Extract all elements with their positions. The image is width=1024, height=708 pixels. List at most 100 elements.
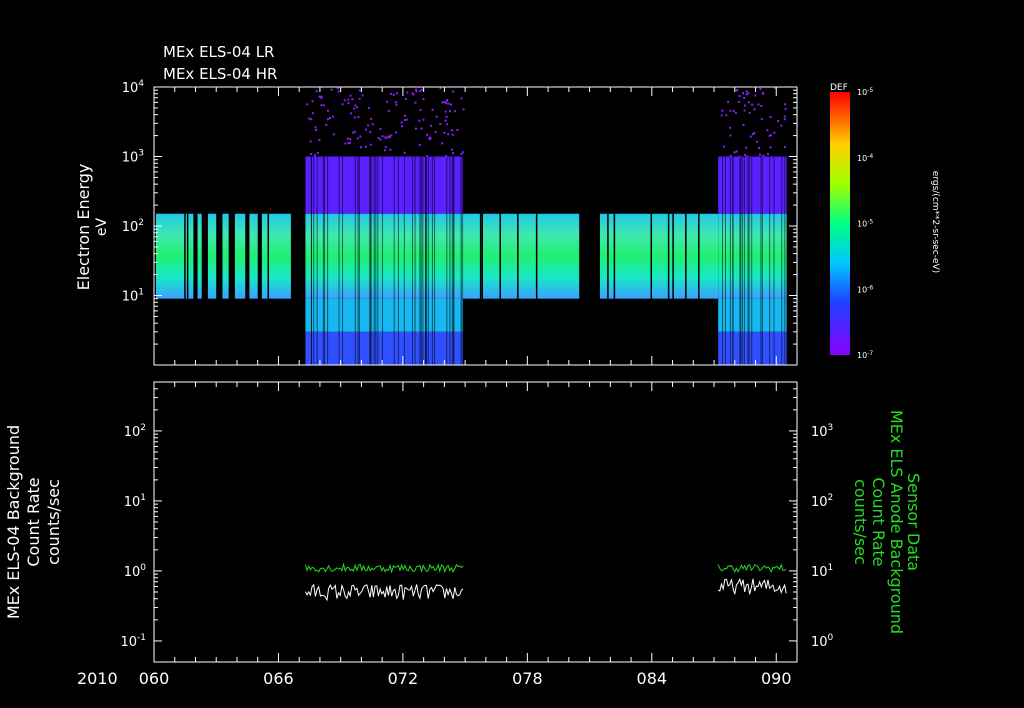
sparse-pixel bbox=[353, 116, 356, 119]
x-tick-label: 066 bbox=[263, 669, 294, 688]
data-gap bbox=[748, 156, 750, 365]
sparse-pixel bbox=[308, 117, 311, 120]
spectrogram-block-6 bbox=[261, 213, 291, 299]
data-gap bbox=[403, 156, 405, 365]
background-y2label: Sensor DataMEx ELS Anode BackgroundCount… bbox=[851, 410, 923, 634]
sparse-pixel bbox=[769, 115, 772, 118]
sparse-pixel bbox=[400, 121, 403, 124]
sparse-pixel bbox=[745, 90, 748, 93]
sparse-pixel bbox=[737, 100, 740, 103]
sparse-pixel bbox=[760, 105, 763, 108]
data-gap bbox=[451, 156, 453, 365]
x-tick-label: 078 bbox=[512, 669, 543, 688]
x-year-label: 2010 bbox=[77, 669, 118, 688]
data-gap bbox=[425, 156, 427, 365]
data-gap bbox=[698, 213, 700, 299]
title-hr: MEx ELS-04 HR bbox=[163, 65, 277, 83]
sparse-pixel bbox=[735, 150, 738, 153]
background-y2tick-label: 101 bbox=[811, 563, 833, 580]
sparse-pixel bbox=[435, 115, 438, 118]
data-gap bbox=[769, 156, 771, 365]
sparse-pixel bbox=[320, 104, 323, 107]
background-ytick-label: 101 bbox=[124, 493, 146, 510]
data-gap bbox=[650, 213, 653, 299]
sparse-pixel bbox=[743, 109, 746, 112]
sparse-pixel bbox=[418, 119, 421, 122]
sparse-pixel bbox=[421, 88, 424, 91]
sparse-pixel bbox=[412, 93, 415, 96]
sparse-pixel bbox=[783, 115, 786, 118]
sparse-pixel bbox=[377, 137, 380, 140]
colorbar-unit: ergs/(cm**2-sr-sec-eV) bbox=[930, 171, 940, 273]
sparse-pixel bbox=[727, 101, 730, 104]
title-lr: MEx ELS-04 LR bbox=[163, 43, 274, 61]
data-gap bbox=[369, 156, 371, 365]
sparse-pixel bbox=[358, 89, 361, 92]
sparse-pixel bbox=[346, 137, 349, 140]
data-gap bbox=[338, 156, 340, 365]
sparse-pixel bbox=[757, 103, 760, 106]
x-tick-label: 084 bbox=[637, 669, 668, 688]
spectrogram-marks bbox=[154, 87, 787, 365]
x-tick-labels: 060 066 072 078 084 090 bbox=[139, 669, 792, 688]
data-gap bbox=[373, 156, 375, 365]
sparse-pixel bbox=[451, 133, 454, 136]
sparse-pixel bbox=[351, 98, 354, 101]
data-gap bbox=[342, 156, 344, 365]
background-ylabel-line: counts/sec bbox=[44, 479, 63, 565]
background-trace-right bbox=[304, 562, 464, 574]
sparse-pixel bbox=[456, 128, 459, 131]
data-gap bbox=[357, 156, 359, 365]
background-y2tick-label: 100 bbox=[811, 633, 834, 650]
background-y2tick-label: 102 bbox=[811, 493, 833, 510]
sparse-pixel bbox=[783, 103, 786, 106]
sparse-pixel bbox=[780, 124, 783, 127]
sparse-pixel bbox=[760, 117, 763, 120]
sparse-pixel bbox=[349, 138, 352, 141]
data-gap bbox=[760, 156, 762, 365]
sparse-pixel bbox=[783, 145, 786, 148]
sparse-pixel bbox=[434, 130, 437, 133]
sparse-pixel bbox=[365, 128, 368, 131]
data-gap bbox=[761, 156, 763, 365]
colorbar-tick-label: 10-5 bbox=[857, 219, 873, 229]
data-gap bbox=[685, 213, 687, 299]
plot-canvas: MEx ELS-04 LR MEx ELS-04 HR 101 102 103 104… bbox=[4, 43, 940, 688]
sparse-pixel bbox=[379, 127, 382, 130]
sparse-pixel bbox=[751, 103, 754, 106]
sparse-pixel bbox=[460, 152, 463, 155]
sparse-pixel bbox=[757, 146, 760, 149]
sparse-pixel bbox=[447, 102, 450, 105]
sparse-pixel bbox=[348, 141, 351, 144]
sparse-pixel bbox=[422, 98, 425, 101]
data-gap bbox=[535, 213, 538, 299]
sparse-pixel bbox=[327, 118, 330, 121]
sparse-pixel bbox=[753, 132, 756, 135]
sparse-pixel bbox=[769, 146, 772, 149]
sparse-pixel bbox=[720, 114, 723, 117]
spectrogram-block-10 bbox=[718, 156, 787, 214]
sparse-pixel bbox=[766, 152, 769, 155]
data-gap bbox=[310, 156, 312, 365]
sparse-pixel bbox=[384, 136, 387, 139]
sparse-pixel bbox=[316, 152, 319, 155]
sparse-pixel bbox=[394, 131, 397, 134]
sparse-pixel bbox=[761, 91, 764, 94]
sparse-pixel bbox=[460, 97, 463, 100]
sparse-pixel bbox=[359, 146, 362, 149]
spectrogram-ytick-label: 102 bbox=[122, 218, 144, 235]
sparse-pixel bbox=[327, 109, 330, 112]
sparse-pixel bbox=[314, 126, 317, 129]
sparse-pixel bbox=[395, 103, 398, 106]
data-gap bbox=[316, 156, 318, 365]
sparse-pixel bbox=[452, 90, 455, 93]
data-gap bbox=[729, 156, 731, 365]
data-gap bbox=[453, 156, 455, 365]
background-trace-left bbox=[717, 577, 787, 595]
sparse-pixel bbox=[383, 149, 386, 152]
sparse-pixel bbox=[361, 94, 364, 97]
data-gap bbox=[375, 156, 377, 365]
sparse-pixel bbox=[403, 114, 406, 117]
sparse-pixel bbox=[401, 125, 404, 128]
sparse-pixel bbox=[748, 111, 751, 114]
